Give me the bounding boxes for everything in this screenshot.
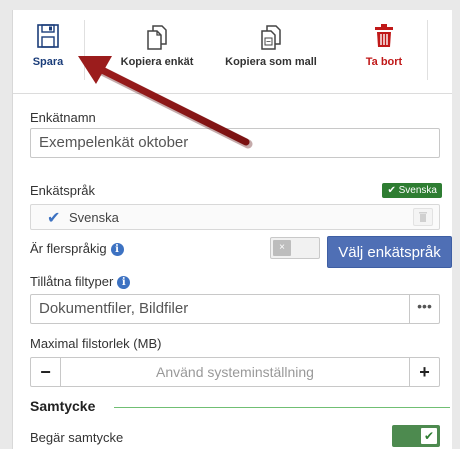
check-icon: ✔ bbox=[47, 210, 61, 227]
max-filesize-stepper[interactable]: − Använd systeminställning + bbox=[30, 357, 440, 387]
survey-name-label: Enkätnamn bbox=[30, 110, 96, 125]
close-icon: × bbox=[273, 240, 291, 256]
consent-section-title: Samtycke bbox=[30, 398, 96, 414]
ellipsis-icon: ••• bbox=[417, 298, 432, 314]
multilingual-label: Är flerspråkig bbox=[30, 241, 107, 256]
info-icon[interactable]: i bbox=[117, 276, 131, 289]
more-options-button[interactable]: ••• bbox=[409, 295, 439, 323]
multilingual-toggle[interactable]: × bbox=[270, 237, 320, 259]
language-badge: ✔ Svenska bbox=[382, 183, 442, 198]
choose-language-button[interactable]: Välj enkätspråk bbox=[327, 236, 452, 268]
language-item-label: Svenska bbox=[69, 210, 119, 225]
allowed-filetypes-field[interactable]: Dokumentfiler, Bildfiler ••• bbox=[30, 294, 440, 324]
plus-icon[interactable]: + bbox=[409, 358, 439, 386]
survey-language-label: Enkätspråk bbox=[30, 183, 96, 198]
remove-language-button[interactable] bbox=[413, 208, 433, 226]
info-icon[interactable]: i bbox=[110, 243, 124, 256]
max-filesize-label: Maximal filstorlek (MB) bbox=[30, 336, 162, 351]
language-list-item[interactable]: ✔ Svenska bbox=[30, 204, 440, 230]
max-filesize-placeholder: Använd systeminställning bbox=[156, 364, 314, 380]
allowed-filetypes-row: Tillåtna filtyper i bbox=[30, 274, 131, 289]
trash-icon bbox=[419, 212, 427, 222]
request-consent-toggle[interactable]: ✔ bbox=[392, 425, 440, 447]
check-icon: ✔ bbox=[421, 428, 437, 444]
allowed-filetypes-label: Tillåtna filtyper bbox=[30, 274, 114, 289]
request-consent-label: Begär samtycke bbox=[30, 430, 124, 445]
minus-icon[interactable]: − bbox=[31, 358, 61, 386]
allowed-filetypes-value: Dokumentfiler, Bildfiler bbox=[39, 300, 189, 317]
survey-name-input[interactable]: Exempelenkät oktober bbox=[30, 128, 440, 158]
section-divider bbox=[114, 407, 450, 408]
multilingual-row: Är flerspråkig i bbox=[30, 241, 124, 256]
